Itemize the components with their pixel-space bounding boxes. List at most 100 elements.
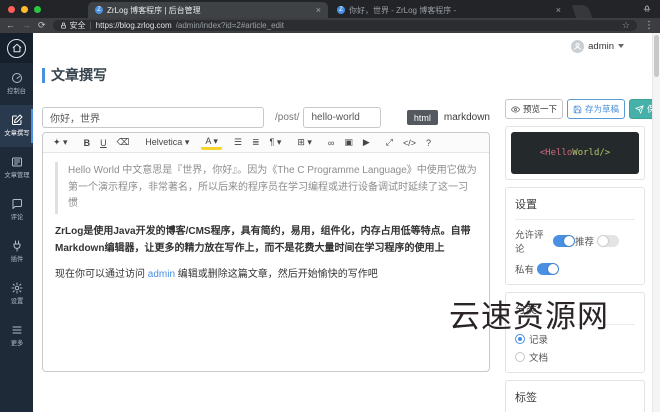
window-close-button[interactable] [8, 6, 15, 13]
unordered-list-button[interactable]: ☰ [230, 136, 246, 149]
ordered-list-button[interactable]: ≣ [248, 136, 264, 149]
font-family-dropdown[interactable]: Helvetica ▾ [141, 136, 193, 149]
url-field[interactable]: 安全 | https://blog.zrlog.com/admin/index?… [52, 20, 637, 31]
avatar[interactable] [571, 39, 585, 53]
sidebar-item-article-manage[interactable]: 文章管理 [0, 147, 33, 189]
admin-link[interactable]: admin [148, 269, 175, 280]
category-card: 分类 记录 文档 [505, 292, 645, 373]
forward-icon[interactable]: → [22, 21, 31, 30]
back-icon[interactable]: ← [6, 21, 15, 30]
allow-comments-toggle[interactable] [553, 235, 575, 247]
main-content: admin 文章撰写 /post/ html markdown ✦ ▾ [33, 33, 652, 412]
video-button[interactable]: ▶ [359, 136, 374, 149]
title-accent-bar [42, 67, 45, 83]
url-domain: https://blog.zrlog.com [95, 21, 172, 30]
link-button[interactable]: ∞ [324, 137, 338, 149]
radio-selected-icon[interactable] [515, 334, 525, 344]
picture-button[interactable]: ▣ [340, 136, 357, 149]
sidebar-item-comments[interactable]: 评论 [0, 189, 33, 231]
floppy-icon [573, 105, 582, 113]
bold-button[interactable]: B [80, 137, 95, 149]
window-controls [8, 6, 41, 13]
page-scrollbar[interactable] [652, 33, 660, 412]
sidebar-item-plugins[interactable]: 插件 [0, 231, 33, 273]
home-icon [7, 38, 26, 58]
browser-tab-active[interactable]: Z ZrLog 博客程序 | 后台管理 × [88, 2, 328, 18]
sidebar-item-dashboard[interactable]: 控制台 [0, 63, 33, 105]
blockquote: Hello World 中文意思是『世界，你好』。因为《The C Progra… [55, 162, 477, 214]
padlock-icon [60, 22, 66, 29]
window-zoom-button[interactable] [34, 6, 41, 13]
underline-button[interactable]: U [96, 137, 111, 149]
divider [515, 324, 635, 325]
code-view-button[interactable]: </> [399, 137, 420, 149]
tags-card: 标签 zrlog X 记录 X 添加标签 zrlog [505, 380, 645, 412]
tags-title: 标签 [515, 392, 537, 404]
clear-format-button[interactable]: ⌫ [113, 136, 134, 149]
font-color-button[interactable]: A ▾ [201, 135, 222, 150]
help-button[interactable]: ? [422, 137, 435, 149]
allow-comments-setting: 允许评论 [515, 227, 575, 255]
tab-close-icon[interactable]: × [316, 5, 321, 15]
reload-icon[interactable]: ⟳ [38, 21, 46, 30]
user-menu[interactable]: admin [588, 41, 614, 52]
plug-icon [13, 240, 20, 252]
recommend-toggle[interactable] [597, 235, 620, 247]
edit-icon [11, 114, 22, 125]
page-title: 文章撰写 [51, 67, 107, 83]
extension-icon[interactable] [642, 3, 652, 13]
thumbnail-card[interactable]: <Hello World/> [505, 126, 645, 180]
newspaper-icon [11, 157, 22, 167]
chevron-down-icon [618, 44, 624, 48]
recommend-setting: 推荐 [575, 227, 635, 255]
browser-tab-inactive[interactable]: Z 你好，世界 - ZrLog 博客程序 - × [330, 2, 568, 18]
save-button[interactable]: 保存 [629, 99, 652, 119]
user-icon [574, 42, 582, 50]
article-meta-row: /post/ html markdown [42, 107, 490, 128]
list-icon [12, 326, 21, 334]
url-separator: | [89, 21, 92, 30]
new-tab-button[interactable] [571, 5, 593, 18]
article-slug-input[interactable] [303, 107, 382, 128]
sidebar-logo[interactable] [0, 33, 33, 63]
category-option-document[interactable]: 文档 [515, 350, 635, 364]
gear-icon [11, 282, 22, 294]
category-option-record[interactable]: 记录 [515, 332, 635, 346]
editor-mode-toggle: html markdown [406, 110, 490, 125]
zrlog-favicon-icon: Z [337, 6, 345, 14]
settings-title: 设置 [515, 199, 537, 211]
window-minimize-button[interactable] [21, 6, 28, 13]
scrollbar-thumb[interactable] [654, 35, 659, 77]
fullscreen-button[interactable]: ⤢ [382, 136, 397, 149]
preview-button[interactable]: 预览一下 [505, 99, 564, 119]
tab-close-icon[interactable]: × [556, 5, 561, 15]
url-path: /admin/index?id=2#article_edit [175, 21, 284, 30]
article-thumbnail: <Hello World/> [511, 132, 639, 174]
paper-plane-icon [635, 104, 644, 114]
secure-badge: 安全 [60, 20, 86, 31]
zrlog-favicon-icon: Z [95, 6, 103, 14]
bookmark-star-icon[interactable]: ☆ [622, 20, 630, 31]
sidebar-item-more[interactable]: 更多 [0, 315, 33, 357]
category-title: 分类 [515, 304, 537, 316]
divider [515, 219, 635, 220]
editor-toolbar: ✦ ▾ B U ⌫ Helvetica ▾ A ▾ ☰ ≣ ¶ ▾ ⊞ ▾ ∞ … [43, 133, 489, 153]
sidebar-item-settings[interactable]: 设置 [0, 273, 33, 315]
mode-html-button[interactable]: html [406, 110, 438, 125]
tab-title: ZrLog 博客程序 | 后台管理 [107, 5, 201, 15]
admin-sidebar: 控制台 文章撰写 文章管理 评论 插件 设置 更多 [0, 33, 33, 412]
save-draft-button[interactable]: 存为草稿 [567, 99, 626, 119]
settings-card: 设置 允许评论 推荐 私有 [505, 187, 645, 285]
radio-unselected-icon[interactable] [515, 352, 525, 362]
article-title-input[interactable] [42, 107, 264, 128]
paragraph-bold: ZrLog是使用Java开发的博客/CMS程序，具有简约，易用，组件化，内存占用… [55, 225, 471, 254]
editor-body[interactable]: Hello World 中文意思是『世界，你好』。因为《The C Progra… [43, 153, 489, 292]
paragraph-align-dropdown[interactable]: ¶ ▾ [266, 136, 286, 149]
sidebar-item-article-write[interactable]: 文章撰写 [0, 105, 33, 147]
style-magic-button[interactable]: ✦ ▾ [49, 136, 72, 149]
table-dropdown[interactable]: ⊞ ▾ [293, 136, 316, 149]
mode-markdown-button[interactable]: markdown [444, 112, 490, 123]
private-toggle[interactable] [537, 263, 560, 275]
rich-text-editor: ✦ ▾ B U ⌫ Helvetica ▾ A ▾ ☰ ≣ ¶ ▾ ⊞ ▾ ∞ … [42, 132, 490, 372]
browser-menu-icon[interactable]: ⋮ [644, 20, 654, 31]
